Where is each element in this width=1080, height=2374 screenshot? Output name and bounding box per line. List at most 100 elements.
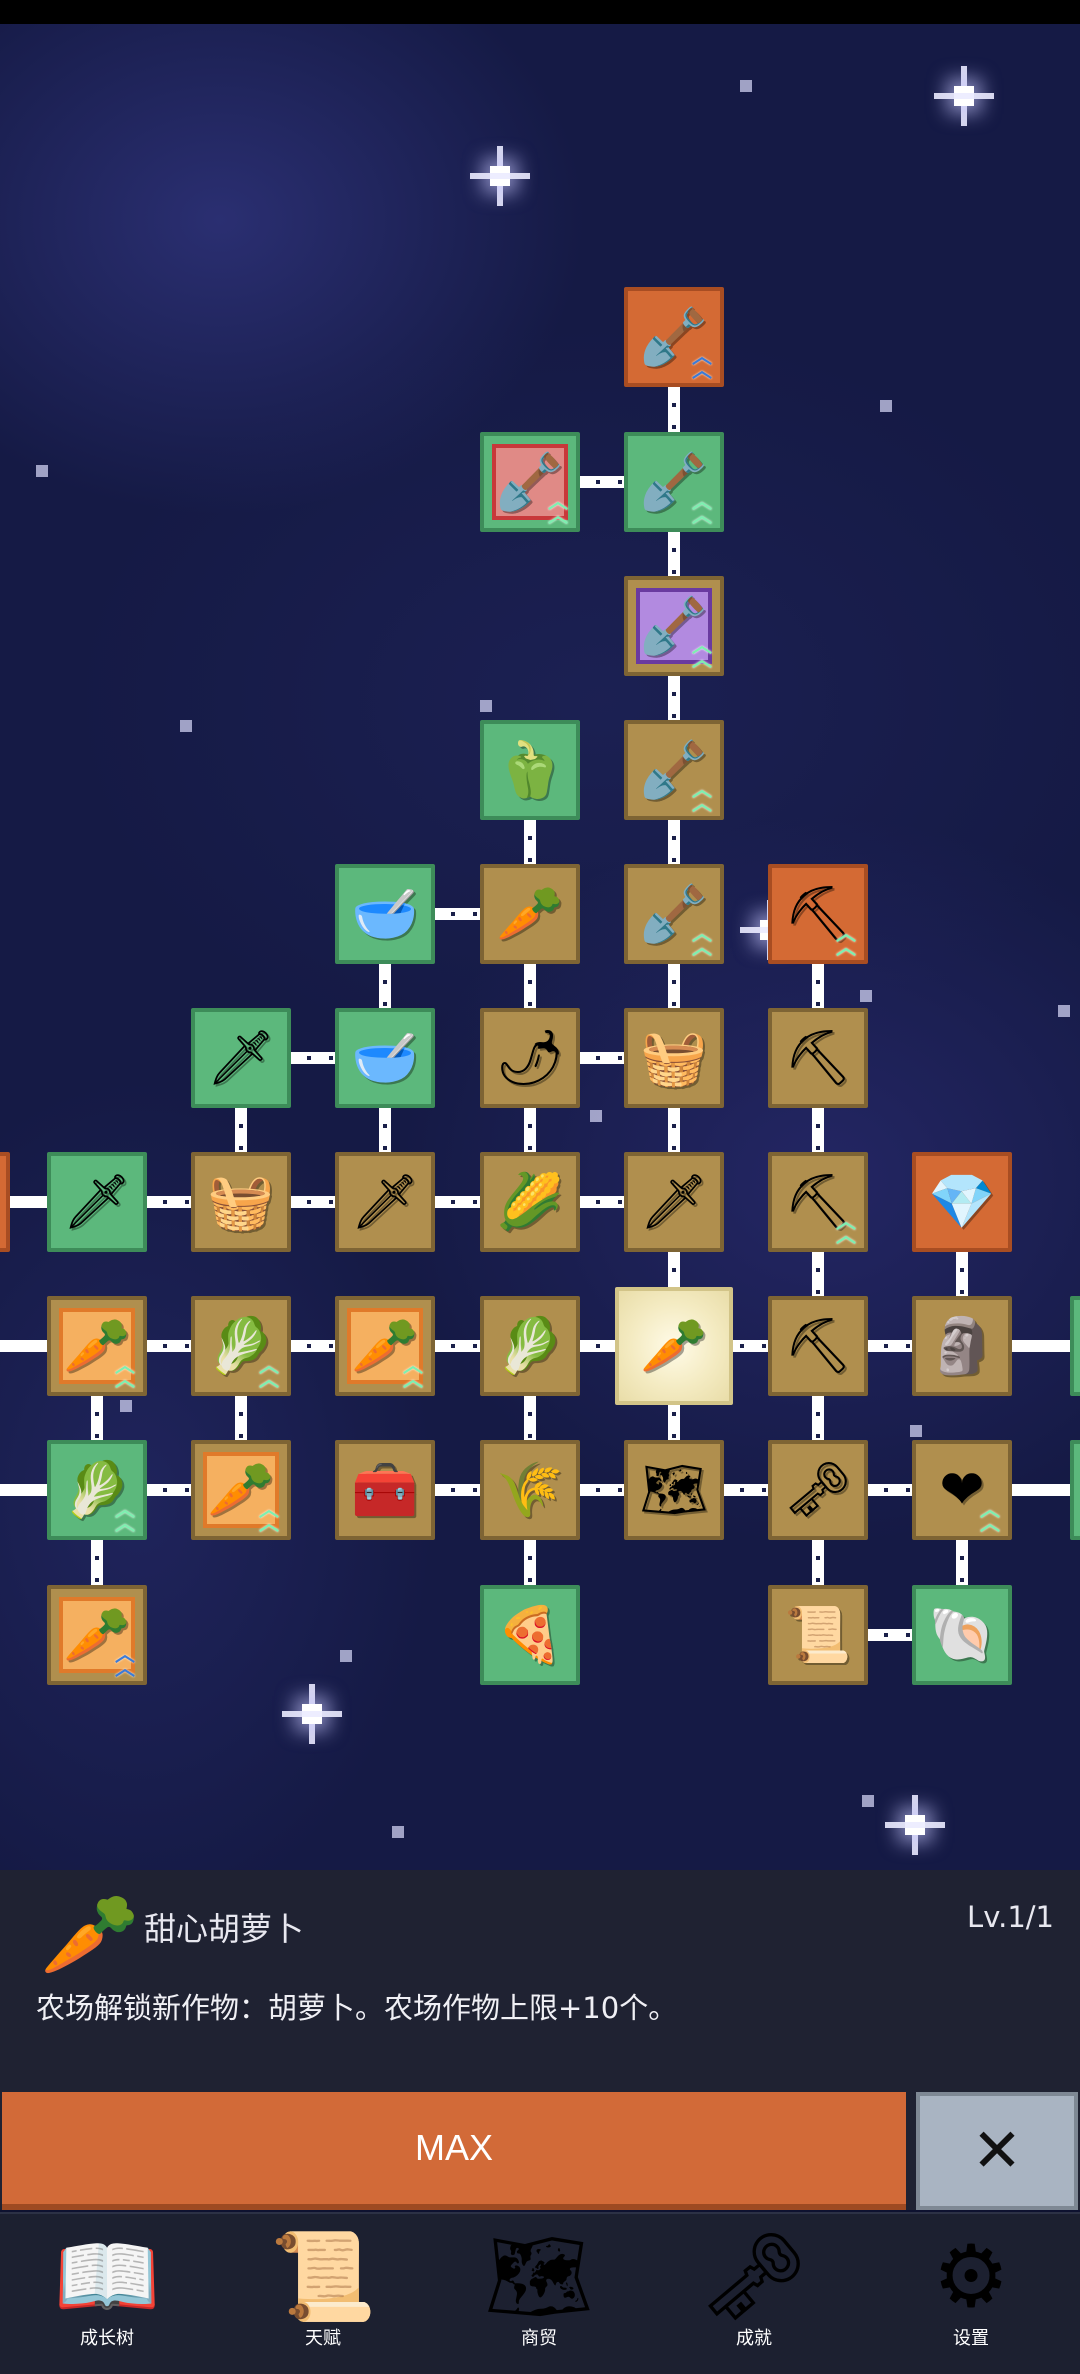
max-button[interactable]: MAX [2,2092,906,2210]
skill-node[interactable]: 🌽 [480,1152,580,1252]
chest-icon: 🧰 [351,1458,419,1521]
basket-icon: 🧺 [640,1026,708,1089]
skill-node[interactable]: 🥣 [335,864,435,964]
skill-node[interactable]: ⛏ [768,1008,868,1108]
skill-node[interactable]: 📜 [768,1585,868,1685]
upgrade-chevron-icon: ︿ ︿ [115,1642,135,1680]
bottom-nav: 📖 成长树 📜 天赋 🗺 商贸 🗝 成就 ⚙ 设置 [0,2212,1080,2374]
skill-node[interactable]: 🥕 ︿ ︿ [335,1296,435,1396]
skill-node[interactable]: 🥕 ︿ ︿ [47,1296,147,1396]
skill-node[interactable]: 🥬 ︿ ︿ [47,1440,147,1540]
upgrade-chevron-icon: ︿ ︿ [259,1353,279,1391]
nav-item-4[interactable]: ⚙ 设置 [891,2214,1051,2374]
skill-node[interactable]: 🫑 [480,720,580,820]
skill-node[interactable]: 🥕 ︿ ︿ [191,1440,291,1540]
nav-label: 成就 [736,2328,772,2349]
upgrade-chevron-icon: ︿ ︿ [980,1497,1000,1535]
skill-node-offscreen[interactable] [1070,1440,1080,1540]
cabbage-icon: 🥬 [496,1314,564,1377]
nav-label: 设置 [953,2328,989,2349]
skill-node[interactable]: 🗝 [768,1440,868,1540]
skill-node[interactable]: 🪏 ︿ ︿ [624,287,724,387]
statue-icon: 🗿 [928,1314,996,1377]
skill-node[interactable]: 🗿 [912,1296,1012,1396]
upgrade-chevron-icon: ︿ ︿ [259,1497,279,1535]
skill-node[interactable]: 🌾 [480,1440,580,1540]
nav-item-0[interactable]: 📖 成长树 [27,2214,187,2374]
skill-node[interactable]: 🥬 ︿ ︿ [191,1296,291,1396]
talent-scroll-icon: 📜 [269,2227,377,2327]
upgrade-chevron-icon: ︿ ︿ [836,1209,856,1247]
skill-node[interactable]: 🪏 ︿ ︿ [624,864,724,964]
bowl-icon: 🥣 [351,1026,419,1089]
wheat-icon: 🌾 [496,1458,564,1521]
skill-node[interactable]: ⛏ [768,1296,868,1396]
heart-icon: ❤ [939,1458,985,1521]
nav-item-3[interactable]: 🗝 成就 [674,2214,834,2374]
nav-label: 天赋 [305,2328,341,2349]
skill-node[interactable]: 🌶 [480,1008,580,1108]
carrot-icon: 🥕 [40,1888,140,1981]
skill-node[interactable]: 🪏 ︿ ︿ [624,576,724,676]
achievement-key-icon: 🗝 [699,2227,809,2327]
skill-node[interactable]: 🧺 [191,1152,291,1252]
skill-node-selected[interactable]: 🥕 [615,1287,733,1405]
skill-node[interactable]: 🥬 [480,1296,580,1396]
upgrade-chevron-icon: ︿ ︿ [115,1353,135,1391]
skill-node[interactable]: 🥣 [335,1008,435,1108]
skill-node[interactable]: 🧺 [624,1008,724,1108]
corn-icon: 🌽 [496,1170,564,1233]
skill-node[interactable]: 🐚 [912,1585,1012,1685]
trade-map-icon: 🗺 [484,2227,594,2327]
close-button[interactable]: ✕ [916,2092,1078,2210]
carrot-icon: 🥕 [640,1314,708,1377]
upgrade-chevron-icon: ︿ ︿ [692,489,712,527]
skill-title: 甜心胡萝卜 [144,1910,305,1948]
skill-node[interactable]: ⛏ ︿ ︿ [768,864,868,964]
close-icon: ✕ [971,2116,1023,2186]
sword-icon: 🗡 [350,1170,420,1233]
key-icon: 🗝 [783,1458,853,1521]
upgrade-chevron-icon: ︿ ︿ [115,1497,135,1535]
upgrade-chevron-icon: ︿ ︿ [836,921,856,959]
map-icon: 🗺 [639,1458,709,1521]
upgrade-chevron-icon: ︿ ︿ [548,489,568,527]
skill-node[interactable]: 🥕 ︿ ︿ [47,1585,147,1685]
skill-node[interactable]: 🪏 ︿ ︿ [624,432,724,532]
skill-node-offscreen[interactable] [1070,1296,1080,1396]
pickaxe-icon: ⛏ [783,1314,853,1377]
pizza-icon: 🍕 [496,1603,564,1666]
sword-icon: 🗡 [639,1170,709,1233]
upgrade-chevron-icon: ︿ ︿ [692,777,712,815]
skill-node[interactable]: 🧰 [335,1440,435,1540]
pickaxe-icon: ⛏ [783,1026,853,1089]
skill-node[interactable]: 🗡 [335,1152,435,1252]
skill-node[interactable]: ❤ ︿ ︿ [912,1440,1012,1540]
nav-item-1[interactable]: 📜 天赋 [243,2214,403,2374]
settings-gear-icon: ⚙ [932,2227,1010,2327]
skill-node[interactable]: ⛏ ︿ ︿ [768,1152,868,1252]
basket-icon: 🧺 [207,1170,275,1233]
skill-node[interactable]: 🍕 [480,1585,580,1685]
skill-node[interactable]: 🗡 [191,1008,291,1108]
skill-level: Lv.1/1 [967,1900,1054,1934]
upgrade-chevron-icon: ︿ ︿ [692,633,712,671]
skill-node[interactable]: 💎 [912,1152,1012,1252]
nav-label: 成长树 [80,2328,134,2349]
skill-node[interactable]: 🗡 [47,1152,147,1252]
skill-node[interactable]: 🗡 [624,1152,724,1252]
skill-node[interactable]: 🗺 [624,1440,724,1540]
skill-node[interactable]: 🪏 ︿ ︿ [480,432,580,532]
upgrade-chevron-icon: ︿ ︿ [692,921,712,959]
bowl-icon: 🥣 [351,882,419,945]
crystal-icon: 💎 [928,1170,996,1233]
skill-node-offscreen[interactable] [0,1152,10,1252]
sword-icon: 🗡 [206,1026,276,1089]
upgrade-chevron-icon: ︿ ︿ [692,344,712,382]
sword-icon: 🗡 [62,1170,132,1233]
skill-node[interactable]: 🪏 ︿ ︿ [624,720,724,820]
growth-tree-book-icon: 📖 [53,2227,161,2327]
carrot-icon: 🥕 [496,882,564,945]
nav-item-2[interactable]: 🗺 商贸 [459,2214,619,2374]
skill-node[interactable]: 🥕 [480,864,580,964]
